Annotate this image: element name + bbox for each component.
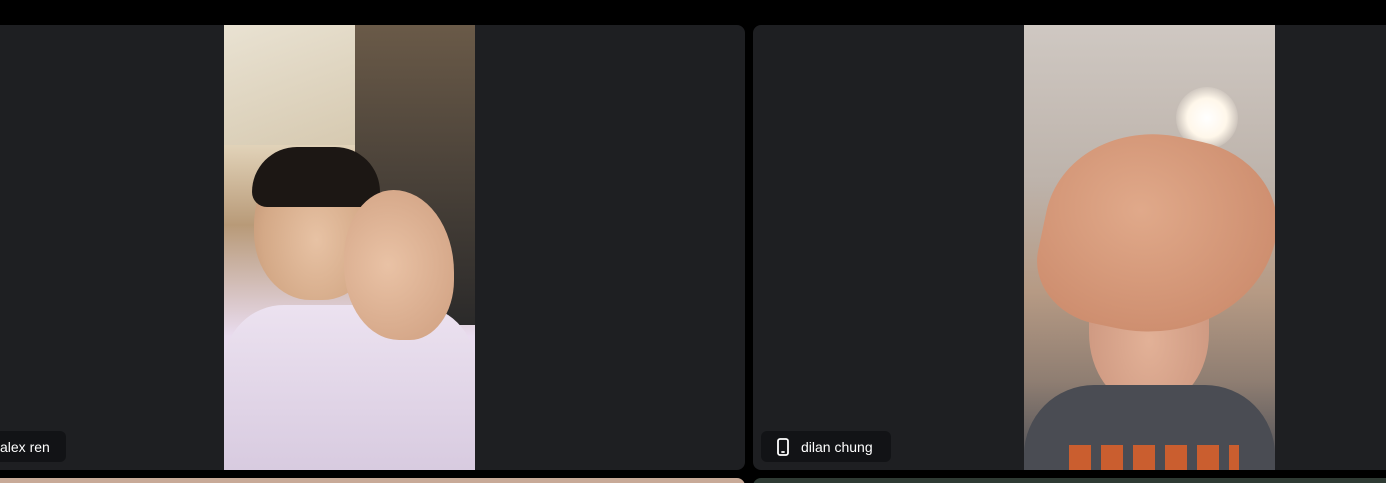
- mobile-phone-icon: [777, 437, 789, 456]
- participant-video-alex-ren: [224, 25, 475, 470]
- video-person-body: [224, 305, 475, 470]
- next-row-tile-right[interactable]: [753, 478, 1386, 483]
- next-row-tile-left[interactable]: [0, 478, 745, 483]
- participant-name: alex ren: [0, 438, 50, 455]
- video-background-wall: [224, 25, 364, 145]
- video-shirt-print: [1069, 445, 1239, 470]
- participant-tile-dilan-chung[interactable]: dilan chung: [753, 25, 1386, 470]
- video-person-arm: [1025, 113, 1275, 357]
- video-person-hair: [252, 147, 380, 207]
- participant-name-tag: dilan chung: [761, 431, 891, 462]
- participant-tile-alex-ren[interactable]: alex ren: [0, 25, 745, 470]
- video-call-grid: alex ren dilan chung: [0, 0, 1386, 483]
- participant-video-dilan-chung: [1024, 25, 1275, 470]
- participant-name-tag: alex ren: [0, 431, 66, 462]
- participant-name: dilan chung: [801, 438, 873, 455]
